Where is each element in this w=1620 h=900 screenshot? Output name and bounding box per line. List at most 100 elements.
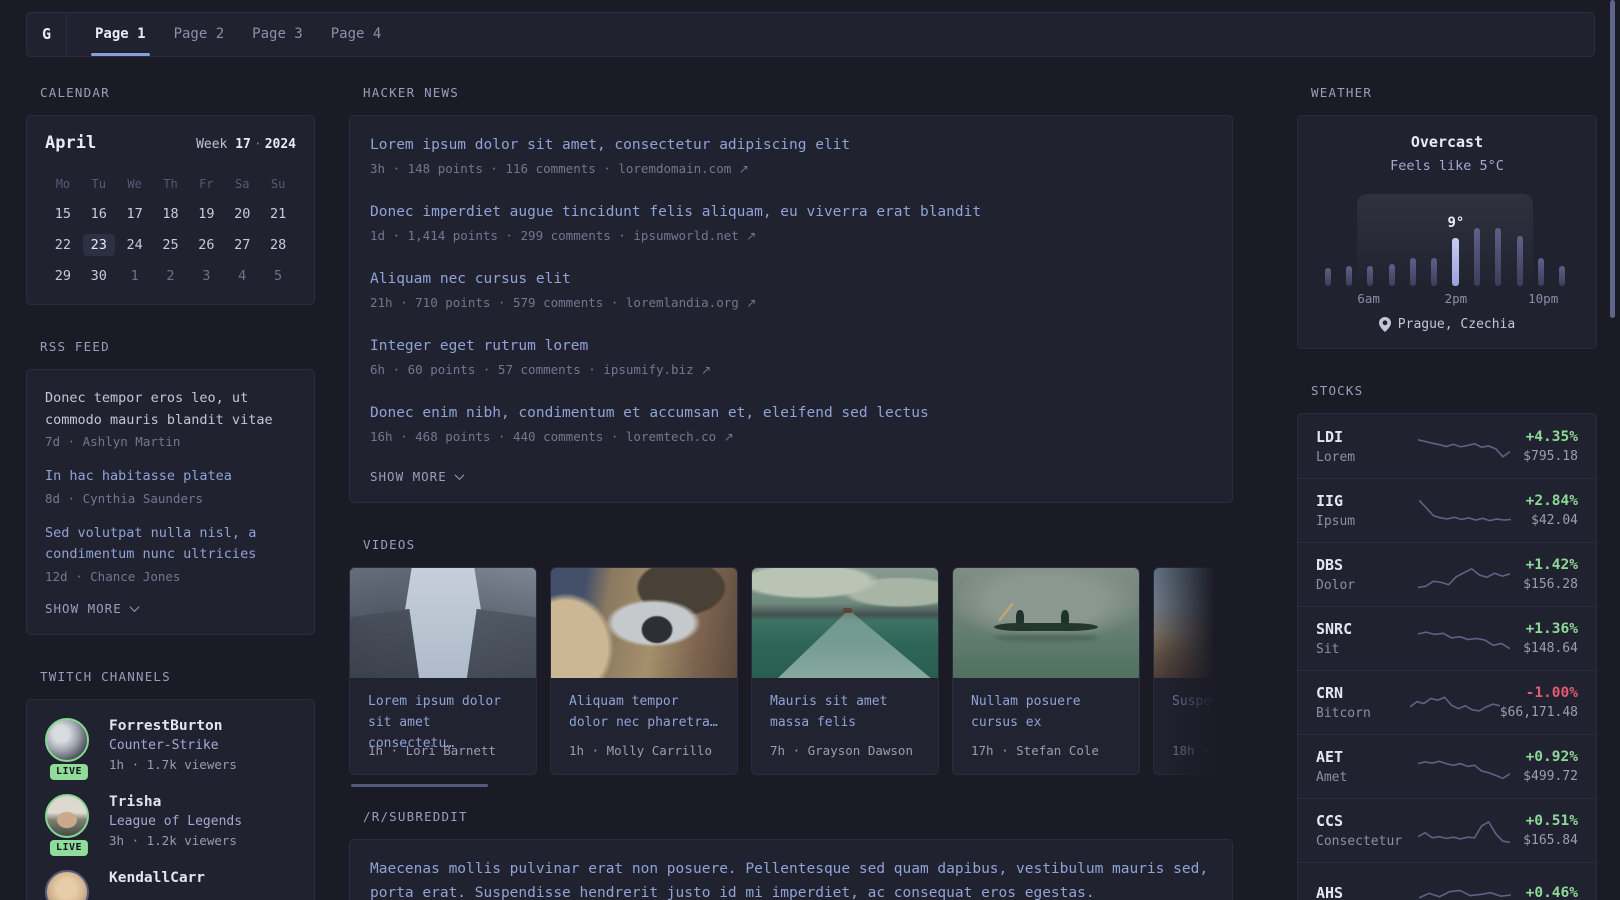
video-title[interactable]: Lorem ipsum dolor sit amet consectetu… xyxy=(350,678,536,751)
twitch-card: LIVE ForrestBurton Counter-Strike 1h · 1… xyxy=(26,698,315,900)
avatar[interactable] xyxy=(45,793,89,838)
stock-sparkline xyxy=(1410,686,1500,720)
hacker-news-show-more-button[interactable]: SHOW MORE xyxy=(370,469,1212,484)
top-nav: G Page 1 Page 2 Page 3 Page 4 xyxy=(26,12,1595,57)
stock-row[interactable]: DBS Dolor +1.42% $156.28 xyxy=(1298,542,1596,606)
twitch-channel-name[interactable]: Trisha xyxy=(109,794,242,810)
video-card: Mauris sit amet massa felis 7h · Grayson… xyxy=(751,567,939,775)
weather-bar xyxy=(1430,258,1437,286)
weather-bar xyxy=(1516,236,1523,286)
stock-row[interactable]: LDI Lorem +4.35% $795.18 xyxy=(1298,414,1596,478)
tab-page-3[interactable]: Page 3 xyxy=(250,13,305,56)
news-item-domain-link[interactable]: loremlandia.org ↗ xyxy=(626,295,756,310)
video-title[interactable]: Nullam posuere cursus ex xyxy=(953,678,1139,733)
calendar-weekday: Su xyxy=(270,177,286,191)
weather-bar xyxy=(1537,258,1544,286)
hacker-news-widget-label: HACKER NEWS xyxy=(363,85,459,100)
avatar[interactable] xyxy=(45,869,89,900)
tab-page-4[interactable]: Page 4 xyxy=(329,13,384,56)
news-item-title[interactable]: Donec imperdiet augue tincidunt felis al… xyxy=(370,201,1212,224)
stock-row[interactable]: IIG Ipsum +2.84% $42.04 xyxy=(1298,478,1596,542)
rss-item-title[interactable]: Donec tempor eros leo, ut commodo mauris… xyxy=(45,388,296,431)
twitch-channel-row: KendallCarr xyxy=(45,869,296,900)
rss-item-title[interactable]: In hac habitasse platea xyxy=(45,466,296,488)
twitch-channel-name[interactable]: ForrestBurton xyxy=(109,718,237,734)
tab-page-1[interactable]: Page 1 xyxy=(91,13,150,56)
weather-bar xyxy=(1346,266,1353,286)
rss-item-title[interactable]: Sed volutpat nulla nisl, a condimentum n… xyxy=(45,523,296,566)
calendar-day: 3 xyxy=(202,268,211,284)
stock-name: Dolor xyxy=(1316,578,1356,593)
stock-change: +0.46% xyxy=(1525,884,1578,900)
video-thumbnail[interactable] xyxy=(350,568,536,678)
weather-current-temp: 9° xyxy=(1447,215,1465,231)
videos-scroll-indicator[interactable] xyxy=(351,784,488,787)
avatar[interactable] xyxy=(45,717,89,762)
reddit-post-title[interactable]: Maecenas mollis pulvinar erat non posuer… xyxy=(370,858,1212,900)
calendar-day: 16 xyxy=(90,206,107,222)
stock-change: +1.42% xyxy=(1525,557,1578,573)
calendar-weekday: Tu xyxy=(91,177,106,191)
hacker-news-widget: HACKER NEWS Lorem ipsum dolor sit amet, … xyxy=(349,85,1233,503)
live-badge: LIVE xyxy=(49,763,89,780)
weather-bar xyxy=(1388,264,1395,286)
weather-bar xyxy=(1325,268,1331,286)
calendar-weekday: Th xyxy=(163,177,178,191)
stock-price: $165.84 xyxy=(1523,833,1578,848)
news-item-domain-link[interactable]: loremdomain.com ↗ xyxy=(618,161,748,176)
location-pin-icon xyxy=(1378,317,1391,332)
scrollbar-thumb[interactable] xyxy=(1610,0,1615,318)
stock-sparkline xyxy=(1418,429,1510,463)
news-item-title[interactable]: Aliquam nec cursus elit xyxy=(370,268,1212,291)
weather-feels-like: Feels like 5°C xyxy=(1390,158,1504,174)
news-item-domain-link[interactable]: ipsumify.biz ↗ xyxy=(603,362,711,377)
twitch-channel-meta: 3h · 1.2k viewers xyxy=(109,832,237,848)
calendar-widget: CALENDAR April Week 17 · 2024 Mo Tu We Th Fr Sa… xyxy=(26,85,315,305)
stock-row[interactable]: SNRC Sit +1.36% $148.64 xyxy=(1298,606,1596,670)
weather-widget: WEATHER Overcast Feels like 5°C 9° 6am 2p… xyxy=(1297,85,1597,349)
news-item-meta: 21h · 710 points · 579 comments · loreml… xyxy=(370,295,757,310)
weather-bar xyxy=(1495,228,1502,286)
rss-item-meta: 7d · Ashlyn Martin xyxy=(45,434,181,449)
video-thumbnail[interactable] xyxy=(953,568,1139,678)
stock-row[interactable]: AHS +0.46% xyxy=(1298,862,1596,900)
calendar-day-cell: 24 xyxy=(117,231,153,259)
video-title[interactable]: Suspendisse diam xyxy=(1154,678,1233,733)
rss-show-more-button[interactable]: SHOW MORE xyxy=(45,601,296,616)
news-item: Integer eget rutrum lorem 6h · 60 points… xyxy=(370,335,1212,377)
right-column: WEATHER Overcast Feels like 5°C 9° 6am 2p… xyxy=(1297,85,1597,900)
stock-change: +0.51% xyxy=(1525,813,1578,829)
news-item-title[interactable]: Donec enim nibh, condimentum et accumsan… xyxy=(370,402,1212,425)
news-item-title[interactable]: Integer eget rutrum lorem xyxy=(370,335,1212,358)
page-scrollbar xyxy=(1610,0,1615,900)
video-meta: 7h · Grayson Dawson xyxy=(770,743,913,758)
video-title[interactable]: Aliquam tempor dolor nec pharetra… xyxy=(551,678,737,733)
stock-change: +0.92% xyxy=(1525,749,1578,765)
rss-item-meta: 8d · Cynthia Saunders xyxy=(45,490,204,506)
video-thumbnail[interactable] xyxy=(551,568,737,678)
news-item-domain-link[interactable]: loremtech.co ↗ xyxy=(626,429,734,444)
tab-page-2[interactable]: Page 2 xyxy=(172,13,227,56)
stock-change: +1.36% xyxy=(1525,621,1578,637)
twitch-channel-name[interactable]: KendallCarr xyxy=(109,870,205,886)
video-thumbnail[interactable] xyxy=(752,568,938,678)
external-link-icon: ↗ xyxy=(701,363,712,377)
video-title[interactable]: Mauris sit amet massa felis xyxy=(752,678,938,733)
video-thumbnail[interactable] xyxy=(1154,568,1233,678)
twitch-avatar-wrap: LIVE xyxy=(45,717,93,780)
calendar-selected-day: 23 xyxy=(82,234,115,256)
news-item-domain-link[interactable]: ipsumworld.net ↗ xyxy=(633,228,756,243)
calendar-day-cell: 1 xyxy=(117,262,153,290)
news-item-title[interactable]: Lorem ipsum dolor sit amet, consectetur … xyxy=(370,134,1212,157)
dashboard: G Page 1 Page 2 Page 3 Page 4 CALENDAR A… xyxy=(0,0,1620,900)
calendar-day: 20 xyxy=(234,206,251,222)
stock-row[interactable]: CCS Consectetur +0.51% $165.84 xyxy=(1298,798,1596,862)
calendar-day-cell: 17 xyxy=(117,200,153,228)
video-card: Lorem ipsum dolor sit amet consectetu… 1… xyxy=(349,567,537,775)
calendar-widget-label: CALENDAR xyxy=(40,85,110,100)
stock-row[interactable]: AET Amet +0.92% $499.72 xyxy=(1298,734,1596,798)
stock-row[interactable]: CRN Bitcorn -1.00% $66,171.48 xyxy=(1298,670,1596,734)
app-logo: G xyxy=(27,13,67,56)
twitch-widget-label: TWITCH CHANNELS xyxy=(40,668,171,684)
stock-price: $148.64 xyxy=(1523,641,1578,656)
